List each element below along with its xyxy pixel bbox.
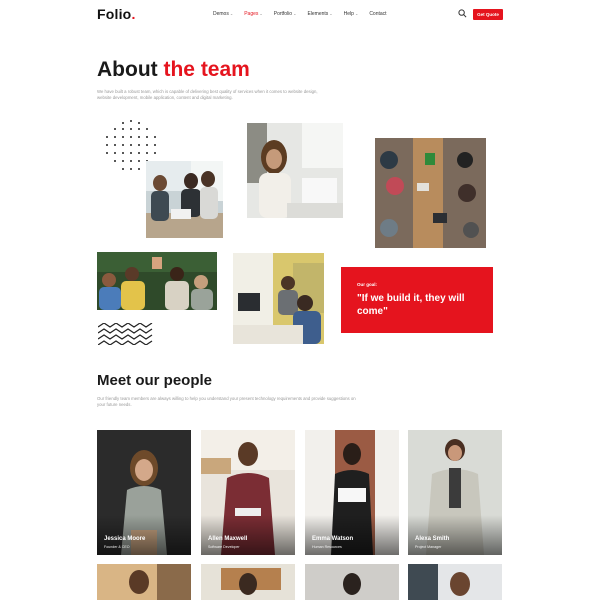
nav-item-elements[interactable]: Elements⌄ — [307, 11, 332, 17]
site-header: Folio. Demos⌄ Pages⌄ Portfolio⌄ Elements… — [0, 0, 600, 30]
member-role: Project Manager — [415, 545, 442, 549]
quote-label: Our goal: — [357, 282, 377, 287]
team-table-photo — [146, 161, 223, 238]
member-name: Allen Maxwell — [208, 536, 248, 542]
main-nav: Demos⌄ Pages⌄ Portfolio⌄ Elements⌄ Help⌄… — [213, 11, 387, 17]
nav-item-contact[interactable]: Contact — [369, 11, 386, 17]
desk-workers-photo — [233, 253, 324, 344]
nav-item-pages[interactable]: Pages⌄ — [244, 11, 263, 17]
member-name: Emma Watson — [312, 536, 354, 542]
get-quote-button[interactable]: Get Quote — [473, 9, 503, 20]
nav-item-demos[interactable]: Demos⌄ — [213, 11, 233, 17]
page-title: About the team — [97, 58, 250, 81]
chevron-down-icon: ⌄ — [293, 11, 297, 16]
people-section-title: Meet our people — [97, 372, 213, 389]
member-role: Human Resources — [312, 545, 342, 549]
overhead-meeting-photo — [375, 138, 486, 248]
team-member-photo — [97, 564, 191, 600]
team-member-photo — [408, 564, 502, 600]
member-name: Alexa Smith — [415, 536, 450, 542]
card-shade — [201, 515, 295, 555]
nav-item-portfolio[interactable]: Portfolio⌄ — [274, 11, 297, 17]
search-icon[interactable] — [458, 9, 467, 18]
chevron-down-icon: ⌄ — [259, 11, 263, 16]
about-description: We have built a robust team, which is ca… — [97, 89, 318, 100]
card-shade — [97, 515, 191, 555]
quote-text: "If we build it, they will come" — [357, 293, 465, 317]
team-member-card[interactable]: Alexa Smith Project Manager — [408, 430, 502, 555]
chevron-down-icon: ⌄ — [329, 11, 333, 16]
team-member-card[interactable]: Jessica Moore Founder & CEO — [97, 430, 191, 555]
chevron-down-icon: ⌄ — [229, 11, 234, 16]
goal-quote-box: Our goal: "If we build it, they will com… — [341, 267, 493, 333]
woman-laptop-photo — [247, 123, 343, 218]
chevron-down-icon: ⌄ — [354, 11, 359, 16]
card-shade — [408, 515, 502, 555]
people-section-description: Our friendly team members are always wil… — [97, 396, 356, 407]
member-role: Software Developer — [208, 545, 240, 549]
nav-item-help[interactable]: Help⌄ — [344, 11, 359, 17]
logo[interactable]: Folio. — [97, 6, 136, 22]
team-member-card[interactable]: Allen Maxwell Software Developer — [201, 430, 295, 555]
card-shade — [305, 515, 399, 555]
member-role: Founder & CEO — [104, 545, 130, 549]
member-name: Jessica Moore — [104, 536, 146, 542]
team-member-card[interactable]: Emma Watson Human Resources — [305, 430, 399, 555]
team-high-five-photo — [97, 252, 217, 310]
team-member-photo — [305, 564, 399, 600]
zigzag-decoration — [98, 323, 153, 345]
team-member-photo — [201, 564, 295, 600]
